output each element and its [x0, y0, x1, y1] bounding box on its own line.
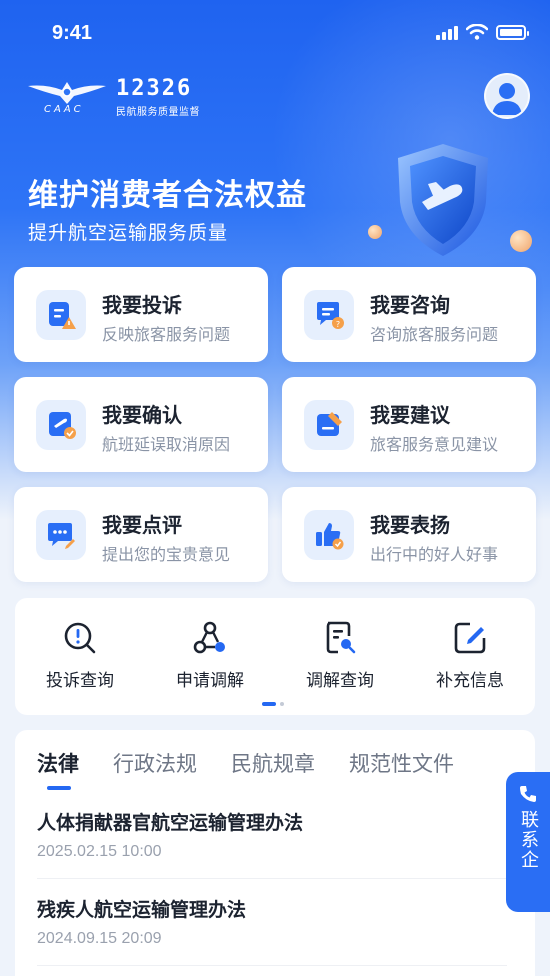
page-dot — [280, 702, 284, 706]
user-avatar-icon — [492, 83, 522, 115]
news-date: 2024.09.15 20:09 — [37, 930, 162, 947]
card-complaint[interactable]: 我要投诉 反映旅客服务问题 — [14, 267, 268, 362]
news-date: 2025.02.15 10:00 — [37, 843, 162, 860]
status-icons — [436, 24, 529, 40]
shield-plane-icon — [398, 144, 488, 256]
card-title: 我要建议 — [370, 403, 450, 427]
hero-subslogan: 提升航空运输服务质量 — [28, 222, 229, 244]
card-subtitle: 咨询旅客服务问题 — [370, 325, 499, 344]
contact-label: 联系企 — [518, 810, 539, 870]
card-praise[interactable]: 我要表扬 出行中的好人好事 — [282, 487, 536, 582]
card-subtitle: 航班延误取消原因 — [102, 435, 231, 454]
card-consult[interactable]: ? 我要咨询 咨询旅客服务问题 — [282, 267, 536, 362]
decor-orb — [510, 230, 532, 252]
logo-text: 12326 民航服务质量监督 — [116, 76, 200, 119]
tool-mediation-query[interactable]: 调解查询 — [275, 620, 405, 691]
tab-normative-documents[interactable]: 规范性文件 — [349, 748, 454, 778]
logo-subtitle: 民航服务质量监督 — [116, 107, 200, 118]
regulations-panel: 法律 行政法规 民航规章 规范性文件 人体捐献器官航空运输管理办法 2025.0… — [15, 730, 535, 976]
card-title: 我要表扬 — [370, 513, 450, 537]
card-subtitle: 出行中的好人好事 — [370, 545, 499, 564]
card-subtitle: 反映旅客服务问题 — [102, 325, 231, 344]
news-title: 残疾人航空运输管理办法 — [37, 899, 247, 921]
card-title: 我要点评 — [102, 513, 182, 537]
divider — [37, 965, 507, 966]
decor-orb — [368, 225, 382, 239]
hotline-number: 12326 — [116, 76, 193, 101]
news-item[interactable]: 人体捐献器官航空运输管理办法 2025.02.15 10:00 — [37, 808, 507, 861]
mediation-query-icon — [326, 621, 356, 654]
suggestion-icon — [304, 400, 354, 450]
caac-emblem-icon: CAAC — [26, 78, 108, 118]
card-suggestion[interactable]: 我要建议 旅客服务意见建议 — [282, 377, 536, 472]
page-dot-active — [262, 702, 276, 706]
complaint-query-icon — [64, 622, 96, 654]
tool-label: 投诉查询 — [46, 671, 114, 691]
page-indicator — [262, 702, 284, 706]
user-avatar-button[interactable] — [484, 73, 530, 119]
divider — [37, 878, 507, 879]
caac-logo: CAAC 12326 民航服务质量监督 — [26, 78, 200, 118]
tool-mediation-apply[interactable]: 申请调解 — [145, 620, 275, 691]
edit-info-icon — [454, 622, 486, 654]
card-title: 我要投诉 — [102, 293, 182, 317]
svg-text:?: ? — [336, 320, 340, 329]
consult-icon: ? — [304, 290, 354, 340]
battery-icon — [496, 24, 529, 40]
card-review[interactable]: 我要点评 提出您的宝贵意见 — [14, 487, 268, 582]
tab-civil-aviation-rules[interactable]: 民航规章 — [231, 748, 315, 778]
wifi-icon — [466, 24, 488, 40]
card-title: 我要确认 — [102, 403, 182, 427]
phone-icon — [520, 786, 536, 802]
tool-label: 申请调解 — [176, 671, 244, 691]
tool-label: 补充信息 — [436, 671, 504, 691]
tool-complaint-query[interactable]: 投诉查询 — [15, 620, 145, 691]
news-title: 人体捐献器官航空运输管理办法 — [37, 812, 304, 834]
cellular-signal-icon — [436, 24, 458, 40]
regulation-tabs: 法律 行政法规 民航规章 规范性文件 — [37, 748, 454, 790]
tab-administrative-regulations[interactable]: 行政法规 — [113, 748, 197, 778]
hero-slogan: 维护消费者合法权益 — [28, 178, 307, 213]
logo-acronym: CAAC — [44, 104, 84, 115]
card-subtitle: 提出您的宝贵意见 — [102, 545, 231, 564]
status-bar: 9:41 — [0, 0, 550, 70]
complaint-icon — [36, 290, 86, 340]
tool-edit-info[interactable]: 补充信息 — [405, 620, 535, 691]
quick-tools-panel: 投诉查询 申请调解 调解查询 补充信息 — [15, 598, 535, 715]
contact-enterprise-button[interactable]: 联系企 — [506, 772, 550, 912]
tool-label: 调解查询 — [306, 671, 374, 691]
flight-confirm-icon — [36, 400, 86, 450]
praise-icon — [304, 510, 354, 560]
card-subtitle: 旅客服务意见建议 — [370, 435, 499, 454]
card-confirm[interactable]: 我要确认 航班延误取消原因 — [14, 377, 268, 472]
status-time: 9:41 — [52, 22, 93, 44]
card-title: 我要咨询 — [370, 293, 450, 317]
review-icon — [36, 510, 86, 560]
mediation-apply-icon — [193, 621, 225, 654]
news-item[interactable]: 残疾人航空运输管理办法 2024.09.15 20:09 — [37, 895, 507, 948]
tab-law[interactable]: 法律 — [37, 748, 79, 790]
